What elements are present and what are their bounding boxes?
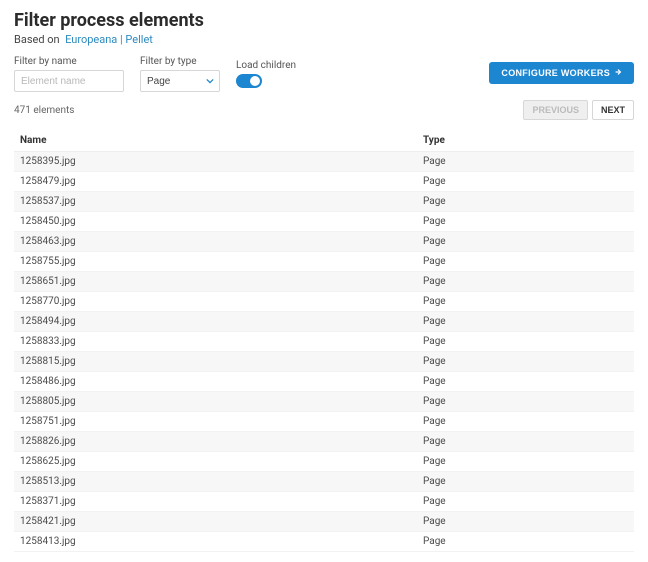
table-row[interactable]: 1258815.jpgPage xyxy=(14,352,634,372)
previous-button: PREVIOUS xyxy=(523,100,588,120)
cell-name: 1258815.jpg xyxy=(14,352,417,372)
load-children-group: Load children xyxy=(236,60,296,92)
cell-name: 1258651.jpg xyxy=(14,272,417,292)
table-row[interactable]: 1258395.jpgPage xyxy=(14,152,634,172)
elements-table: Name Type 1258395.jpgPage1258479.jpgPage… xyxy=(14,130,634,552)
toggle-knob xyxy=(250,76,260,86)
cell-type: Page xyxy=(417,392,634,412)
table-row[interactable]: 1258371.jpgPage xyxy=(14,492,634,512)
col-type-header: Type xyxy=(417,130,634,152)
table-row[interactable]: 1258479.jpgPage xyxy=(14,172,634,192)
cell-name: 1258463.jpg xyxy=(14,232,417,252)
subtitle: Based on Europeana | Pellet xyxy=(14,33,634,46)
cell-type: Page xyxy=(417,352,634,372)
based-on-prefix: Based on xyxy=(14,33,60,46)
cell-type: Page xyxy=(417,192,634,212)
cell-name: 1258755.jpg xyxy=(14,252,417,272)
table-row[interactable]: 1258494.jpgPage xyxy=(14,312,634,332)
cell-type: Page xyxy=(417,432,634,452)
cell-name: 1258751.jpg xyxy=(14,412,417,432)
cell-type: Page xyxy=(417,152,634,172)
table-row[interactable]: 1258625.jpgPage xyxy=(14,452,634,472)
cell-name: 1258770.jpg xyxy=(14,292,417,312)
table-row[interactable]: 1258755.jpgPage xyxy=(14,252,634,272)
table-row[interactable]: 1258770.jpgPage xyxy=(14,292,634,312)
cell-name: 1258625.jpg xyxy=(14,452,417,472)
table-row[interactable]: 1258450.jpgPage xyxy=(14,212,634,232)
cell-type: Page xyxy=(417,252,634,272)
cell-name: 1258805.jpg xyxy=(14,392,417,412)
cell-type: Page xyxy=(417,452,634,472)
configure-workers-label: CONFIGURE WORKERS xyxy=(501,68,610,78)
cell-type: Page xyxy=(417,312,634,332)
table-row[interactable]: 1258463.jpgPage xyxy=(14,232,634,252)
pager-row: 471 elements PREVIOUS NEXT xyxy=(14,100,634,120)
cell-type: Page xyxy=(417,272,634,292)
cell-name: 1258833.jpg xyxy=(14,332,417,352)
arrow-right-icon xyxy=(614,68,622,78)
table-row[interactable]: 1258651.jpgPage xyxy=(14,272,634,292)
table-row[interactable]: 1258826.jpgPage xyxy=(14,432,634,452)
filter-type-group: Filter by type Page xyxy=(140,56,220,92)
cell-name: 1258513.jpg xyxy=(14,472,417,492)
cell-name: 1258479.jpg xyxy=(14,172,417,192)
cell-name: 1258486.jpg xyxy=(14,372,417,392)
cell-type: Page xyxy=(417,292,634,312)
table-row[interactable]: 1258805.jpgPage xyxy=(14,392,634,412)
cell-type: Page xyxy=(417,332,634,352)
cell-type: Page xyxy=(417,472,634,492)
cell-name: 1258413.jpg xyxy=(14,532,417,552)
table-row[interactable]: 1258833.jpgPage xyxy=(14,332,634,352)
cell-name: 1258826.jpg xyxy=(14,432,417,452)
cell-name: 1258537.jpg xyxy=(14,192,417,212)
load-children-toggle[interactable] xyxy=(236,74,262,88)
table-row[interactable]: 1258751.jpgPage xyxy=(14,412,634,432)
cell-name: 1258371.jpg xyxy=(14,492,417,512)
table-row[interactable]: 1258413.jpgPage xyxy=(14,532,634,552)
cell-type: Page xyxy=(417,372,634,392)
filter-type-label: Filter by type xyxy=(140,56,220,67)
cell-name: 1258494.jpg xyxy=(14,312,417,332)
filter-name-input[interactable] xyxy=(14,70,124,92)
page-title: Filter process elements xyxy=(14,10,634,31)
cell-name: 1258421.jpg xyxy=(14,512,417,532)
table-row[interactable]: 1258421.jpgPage xyxy=(14,512,634,532)
col-name-header: Name xyxy=(14,130,417,152)
next-button[interactable]: NEXT xyxy=(592,100,634,120)
project-link[interactable]: Europeana | Pellet xyxy=(65,33,153,46)
load-children-label: Load children xyxy=(236,60,296,71)
cell-type: Page xyxy=(417,512,634,532)
filter-type-select[interactable]: Page xyxy=(140,70,220,92)
cell-type: Page xyxy=(417,212,634,232)
pager: PREVIOUS NEXT xyxy=(523,100,634,120)
filter-row: Filter by name Filter by type Page Load … xyxy=(14,56,634,92)
table-row[interactable]: 1258537.jpgPage xyxy=(14,192,634,212)
cell-type: Page xyxy=(417,532,634,552)
cell-type: Page xyxy=(417,172,634,192)
cell-type: Page xyxy=(417,492,634,512)
filter-name-group: Filter by name xyxy=(14,56,124,92)
cell-type: Page xyxy=(417,412,634,432)
cell-name: 1258395.jpg xyxy=(14,152,417,172)
table-row[interactable]: 1258486.jpgPage xyxy=(14,372,634,392)
element-count: 471 elements xyxy=(14,105,74,116)
configure-workers-button[interactable]: CONFIGURE WORKERS xyxy=(489,62,634,84)
filter-name-label: Filter by name xyxy=(14,56,124,67)
table-row[interactable]: 1258513.jpgPage xyxy=(14,472,634,492)
cell-type: Page xyxy=(417,232,634,252)
cell-name: 1258450.jpg xyxy=(14,212,417,232)
